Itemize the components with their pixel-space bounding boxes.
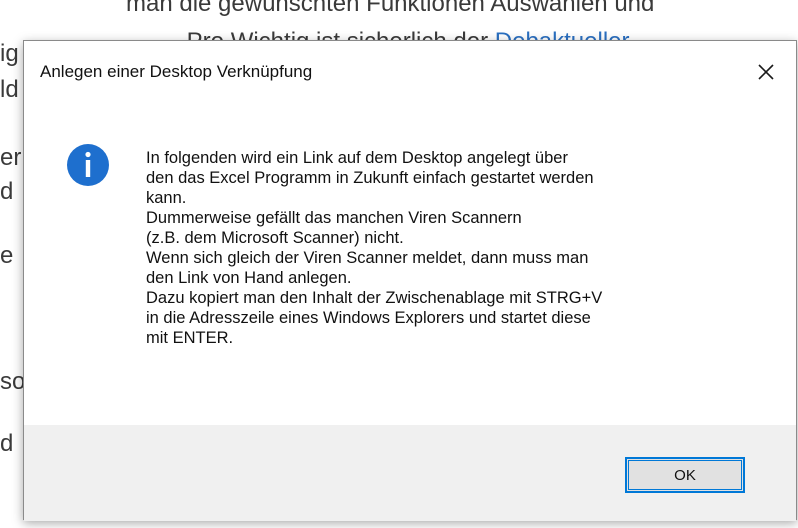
message-line: Dazu kopiert man den Inhalt der Zwischen…	[146, 289, 603, 307]
dialog-title: Anlegen einer Desktop Verknüpfung	[40, 62, 313, 81]
close-button[interactable]	[736, 41, 796, 103]
dialog-titlebar[interactable]: Anlegen einer Desktop Verknüpfung	[24, 41, 796, 103]
ok-button[interactable]: OK	[625, 457, 745, 493]
message-line: den das Excel Programm in Zukunft einfac…	[146, 169, 594, 187]
message-line: Wenn sich gleich der Viren Scanner melde…	[146, 249, 589, 267]
background-fragment: d	[0, 178, 14, 205]
background-text-line: man die gewünschten Funktionen Auswählen…	[126, 0, 655, 17]
message-line: In folgenden wird ein Link auf dem Deskt…	[146, 149, 568, 167]
background-fragment: so	[0, 368, 26, 395]
background-fragment: ld	[0, 76, 19, 103]
close-icon	[758, 64, 774, 80]
background-fragment: er	[0, 144, 22, 171]
dialog-message: In folgenden wird ein Link auf dem Deskt…	[146, 148, 766, 348]
background-fragment: ig	[0, 40, 19, 67]
message-line: mit ENTER.	[146, 329, 234, 347]
message-line: den Link von Hand anlegen.	[146, 269, 352, 287]
background-fragment: e	[0, 242, 14, 269]
message-line: in die Adresszeile eines Windows Explore…	[146, 309, 591, 327]
message-line: (z.B. dem Microsoft Scanner) nicht.	[146, 229, 404, 247]
message-dialog: Anlegen einer Desktop Verknüpfung In fol…	[23, 40, 797, 521]
dialog-content: In folgenden wird ein Link auf dem Deskt…	[24, 103, 796, 425]
info-icon	[67, 144, 109, 186]
dialog-footer: OK	[24, 425, 796, 521]
message-line: Dummerweise gefällt das manchen Viren Sc…	[146, 209, 522, 227]
background-fragment: d	[0, 430, 14, 457]
message-line: kann.	[146, 189, 187, 207]
